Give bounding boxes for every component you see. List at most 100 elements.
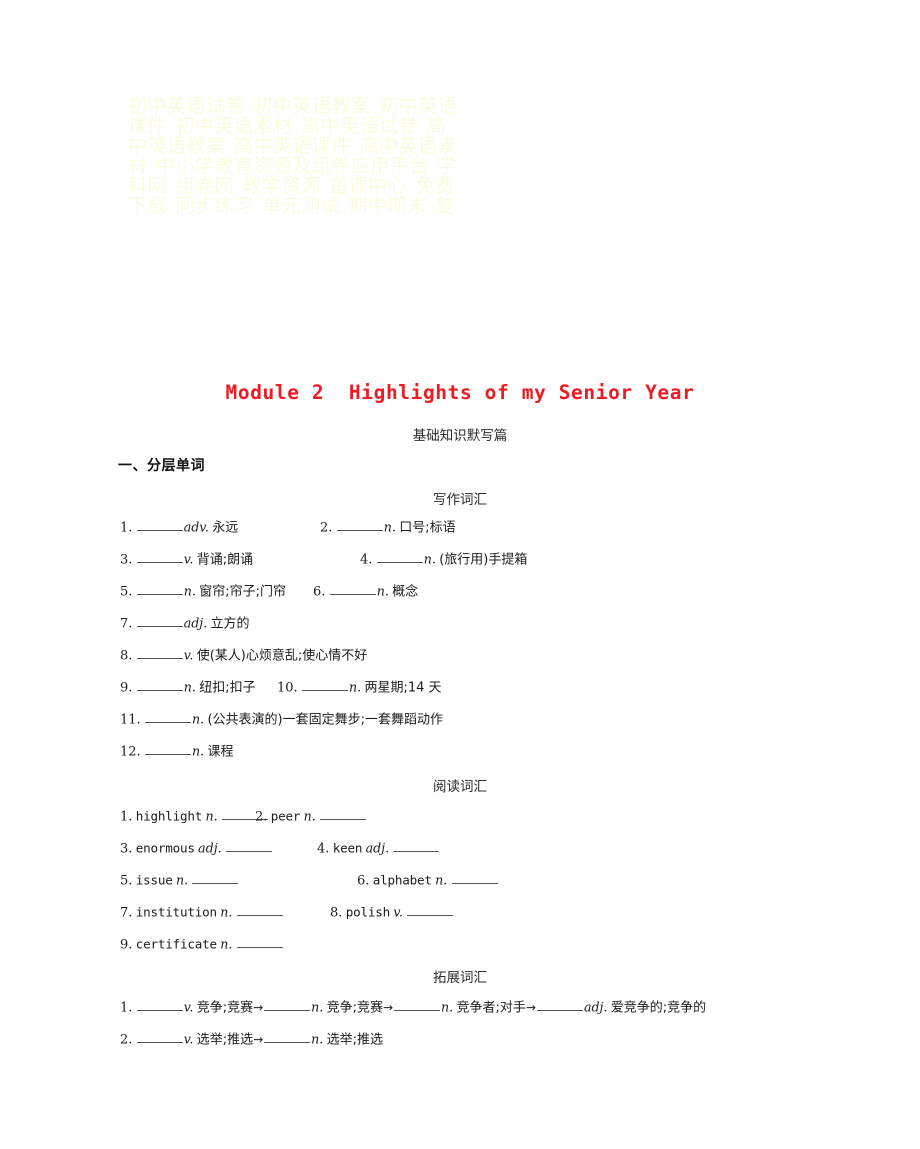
answer-blank[interactable] [236,936,283,949]
vocab-item: 4. keen adj. [317,840,440,857]
vocab-item: 2. v. 选举;推选→ n. 选举;推选 [120,1031,383,1048]
item-number: 3. [120,841,133,857]
english-word: polish [345,904,391,920]
derivation-arrow-icon: → [382,1000,394,1015]
part-of-speech: adv. [183,519,209,535]
item-number: 9. [120,937,133,953]
vocab-item: 1. v. 竞争;竞赛→ n. 竞争;竞赛→ n. 竞争者;对手→ adj. 爱竞争的… [120,999,706,1016]
answer-blank[interactable] [225,840,272,853]
chinese-gloss: 立方的 [210,616,250,632]
chinese-gloss: 选举;推选 [326,1032,383,1048]
vocab-item: 3. v. 背诵;朗诵 [120,551,253,568]
vocab-item: 9. certificate n. [120,936,284,953]
vocab-item: 8. v. 使(某人)心烦意乱;使心情不好 [120,647,367,664]
part-of-speech: n. [220,904,233,920]
page-title: Module 2 Highlights of my Senior Year [225,381,695,404]
derivation-arrow-icon: → [253,1032,264,1047]
answer-blank[interactable] [145,743,192,756]
chinese-gloss: 课程 [207,744,234,760]
vocab-item: 2. peer n. [255,808,367,825]
answer-blank[interactable] [136,999,183,1012]
english-word: alphabet [372,872,432,888]
vocab-item: 10. n. 两星期;14 天 [277,679,442,696]
answer-blank[interactable] [407,904,454,917]
item-number: 10. [277,680,298,696]
part-of-speech: n. [435,872,448,888]
english-word: highlight [135,808,203,824]
answer-blank[interactable] [136,647,183,660]
chinese-gloss: 口号;标语 [399,520,456,536]
item-number: 1. [120,1000,133,1016]
vocab-item: 7. adj. 立方的 [120,615,250,632]
english-word: certificate [135,936,217,952]
part-of-speech: n. [303,808,316,824]
answer-blank[interactable] [393,840,440,853]
vocab-item: 12. n. 课程 [120,743,233,760]
answer-blank[interactable] [136,519,183,532]
answer-blank[interactable] [329,583,376,596]
chinese-gloss: 概念 [392,584,419,600]
part-of-speech: v. [393,904,403,920]
english-word: enormous [135,840,195,856]
vocab-item: 5. issue n. [120,872,239,889]
answer-blank[interactable] [136,1031,183,1044]
answer-blank[interactable] [236,904,283,917]
answer-blank[interactable] [264,999,311,1012]
part-of-speech: adj. [198,840,222,856]
answer-blank[interactable] [136,679,183,692]
answer-blank[interactable] [302,679,349,692]
part-of-speech: n. [441,999,454,1015]
answer-blank[interactable] [145,711,192,724]
answer-blank[interactable] [376,551,423,564]
chinese-gloss: 竞争;竞赛 [326,1000,383,1016]
item-number: 12. [120,744,141,760]
item-number: 2. [120,1032,133,1048]
answer-blank[interactable] [451,872,498,885]
chinese-gloss: 爱竞争的;竞争的 [610,1000,707,1016]
item-number: 2. [320,520,333,536]
part-of-speech: n. [311,1031,324,1047]
part-of-speech: n. [192,743,205,759]
answer-blank[interactable] [264,1031,311,1044]
chinese-gloss: (公共表演的)一套固定舞步;一套舞蹈动作 [207,712,443,728]
part-of-speech: v. [183,647,194,663]
group-heading-writing: 写作词汇 [433,492,487,507]
vocab-item: 8. polish v. [330,904,454,921]
answer-blank[interactable] [336,519,383,532]
answer-blank[interactable] [136,583,183,596]
answer-blank[interactable] [394,999,441,1012]
english-word: keen [332,840,363,856]
english-word: institution [135,904,217,920]
part-of-speech: adj. [583,999,608,1015]
english-word: peer [270,808,301,824]
vocab-item: 1. adv. 永远 [120,519,238,536]
group-heading-reading: 阅读词汇 [433,779,487,794]
item-number: 3. [120,552,133,568]
vocab-item: 4. n. (旅行用)手提箱 [360,551,527,568]
answer-blank[interactable] [136,615,183,628]
answer-blank[interactable] [536,999,583,1012]
chinese-gloss: 选举;推选 [196,1032,254,1048]
section-heading-layered-words: 一、分层单词 [118,459,205,474]
vocab-item: 2. n. 口号;标语 [320,519,456,536]
vocab-item: 9. n. 纽扣;扣子 [120,679,256,696]
part-of-speech: v. [183,1031,194,1047]
item-number: 9. [120,680,133,696]
item-number: 8. [120,648,133,664]
answer-blank[interactable] [192,872,239,885]
vocab-item: 6. alphabet n. [357,872,499,889]
vocab-item: 1. highlight n. [120,808,269,825]
derivation-arrow-icon: → [525,1000,536,1015]
derivation-arrow-icon: → [253,1000,264,1015]
item-number: 8. [330,905,343,921]
item-number: 5. [120,584,133,600]
part-of-speech: adj. [183,615,208,631]
answer-blank[interactable] [320,808,367,821]
part-of-speech: n. [376,583,389,599]
answer-blank[interactable] [136,551,183,564]
part-of-speech: n. [349,679,362,695]
chinese-gloss: 竞争;竞赛 [196,1000,254,1016]
item-number: 1. [120,809,133,825]
part-of-speech: n. [205,808,218,824]
chinese-gloss: 使(某人)心烦意乱;使心情不好 [196,648,368,664]
